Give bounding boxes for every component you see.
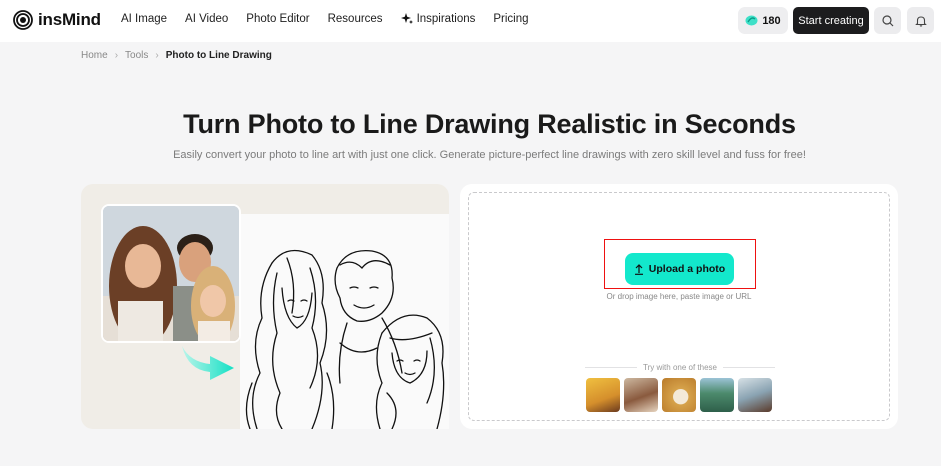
nav-ai-video[interactable]: AI Video: [185, 13, 228, 25]
line-drawing-sketch-image: [245, 249, 445, 429]
page-subtitle: Easily convert your photo to line art wi…: [173, 149, 806, 161]
family-photo-image: [101, 204, 241, 343]
main-nav: AI Image AI Video Photo Editor Resources…: [121, 13, 547, 25]
breadcrumb-home[interactable]: Home: [81, 50, 108, 61]
sample-image-woman-yellow[interactable]: [586, 378, 620, 412]
chevron-right-icon: ›: [155, 50, 159, 61]
nav-inspirations[interactable]: Inspirations: [400, 13, 476, 25]
sample-image-coffee-cup[interactable]: [662, 378, 696, 412]
nav-resources[interactable]: Resources: [328, 13, 383, 25]
upload-icon: [634, 263, 643, 275]
notifications-button[interactable]: [907, 7, 934, 34]
upload-photo-label: Upload a photo: [648, 263, 726, 275]
logo-text: insMind: [38, 10, 101, 29]
search-button[interactable]: [874, 7, 901, 34]
nav-ai-image[interactable]: AI Image: [121, 13, 167, 25]
top-navbar: insMind AI Image AI Video Photo Editor R…: [0, 0, 941, 42]
sample-images: [586, 378, 772, 412]
page-title: Turn Photo to Line Drawing Realistic in …: [183, 109, 796, 139]
insmind-logo-icon: [13, 10, 33, 30]
family-photo-illustration: [103, 206, 239, 341]
credits-badge[interactable]: 180: [738, 7, 788, 34]
sample-image-landscape[interactable]: [700, 378, 734, 412]
credit-coin-icon: [745, 15, 758, 26]
try-samples-text: Try with one of these: [643, 363, 717, 372]
upload-photo-button[interactable]: Upload a photo: [625, 253, 734, 285]
drop-hint-text: Or drop image here, paste image or URL: [606, 292, 752, 301]
sample-image-family[interactable]: [624, 378, 658, 412]
nav-pricing[interactable]: Pricing: [493, 13, 528, 25]
breadcrumb-tools[interactable]: Tools: [125, 50, 148, 61]
breadcrumb-current: Photo to Line Drawing: [165, 50, 272, 61]
breadcrumb: Home › Tools › Photo to Line Drawing: [81, 50, 272, 61]
transform-arrow-icon: [182, 346, 234, 380]
nav-inspirations-label: Inspirations: [416, 13, 476, 25]
start-creating-button[interactable]: Start creating: [793, 7, 869, 34]
logo[interactable]: insMind: [13, 10, 101, 30]
bell-icon: [914, 15, 927, 27]
nav-photo-editor[interactable]: Photo Editor: [246, 13, 309, 25]
sparkle-icon: [400, 13, 413, 25]
try-samples-label: Try with one of these: [585, 363, 775, 372]
sample-image-woman-portrait[interactable]: [738, 378, 772, 412]
search-icon: [881, 14, 893, 26]
credits-count: 180: [762, 14, 781, 27]
chevron-right-icon: ›: [114, 50, 119, 61]
